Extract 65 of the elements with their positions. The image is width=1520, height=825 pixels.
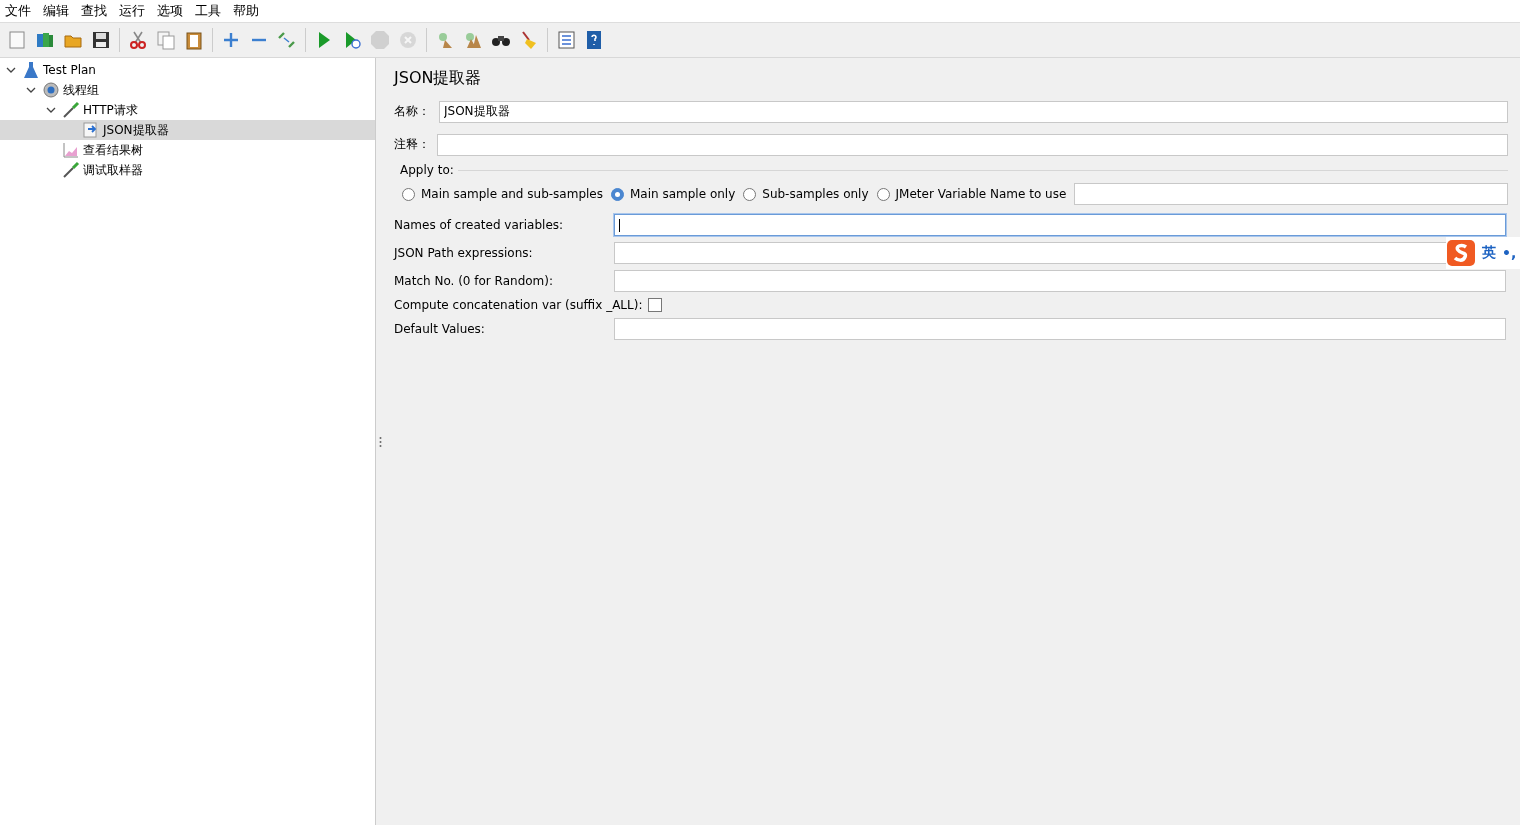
menu-item[interactable]: 文件 xyxy=(2,2,37,20)
pipette-icon xyxy=(62,101,80,119)
tree-item[interactable]: 查看结果树 xyxy=(0,140,375,160)
tree-item-label: HTTP请求 xyxy=(83,101,138,119)
text-field[interactable] xyxy=(614,270,1506,292)
menu-item[interactable]: 帮助 xyxy=(230,2,265,20)
panel-title: JSON提取器 xyxy=(394,68,483,89)
field-label: 注释： xyxy=(394,136,431,153)
menu-item[interactable]: 编辑 xyxy=(40,2,75,20)
tree-item-label: Test Plan xyxy=(43,63,96,77)
checkbox[interactable] xyxy=(648,298,663,312)
tree-item[interactable]: HTTP请求 xyxy=(0,100,375,120)
plus-icon xyxy=(221,30,241,50)
tree-item[interactable]: Test Plan xyxy=(0,60,375,80)
text-cursor xyxy=(619,219,620,232)
pipette-icon xyxy=(62,161,80,179)
broom-icon xyxy=(519,30,539,50)
blank-page-icon xyxy=(7,30,27,50)
tree-item-label: 线程组 xyxy=(63,81,99,99)
radio-button[interactable] xyxy=(611,187,624,201)
menu-item[interactable]: 选项 xyxy=(154,2,189,20)
clipboard-icon xyxy=(184,30,204,50)
text-field[interactable] xyxy=(614,214,1506,236)
ime-punctuation-label[interactable]: •, xyxy=(1502,245,1517,261)
tree-item-label: JSON提取器 xyxy=(103,121,169,139)
splitter-grip-icon[interactable] xyxy=(378,435,382,448)
minus-icon xyxy=(252,38,266,42)
chart-icon xyxy=(62,141,80,159)
flask-icon xyxy=(22,61,40,79)
variable-name-field[interactable] xyxy=(1074,183,1508,205)
field-label: JSON Path expressions: xyxy=(394,246,534,260)
copy-pages-icon xyxy=(156,30,176,50)
ime-logo-icon[interactable] xyxy=(1446,239,1476,267)
gear-icon xyxy=(42,81,60,99)
field-label: Default Values: xyxy=(394,322,486,336)
field-label: Compute concatenation var (suffix _ALL): xyxy=(394,298,643,312)
tree-item[interactable]: JSON提取器 xyxy=(0,120,375,140)
tree-item-label: 查看结果树 xyxy=(83,141,143,159)
menu-item[interactable]: 查找 xyxy=(78,2,113,20)
tree-item[interactable]: 调试取样器 xyxy=(0,160,375,180)
books-icon xyxy=(35,30,55,50)
ime-mode-label[interactable]: 英 xyxy=(1482,244,1496,262)
radio-label: Sub-samples only xyxy=(762,187,869,201)
tree-item-label: 调试取样器 xyxy=(83,161,143,179)
text-field[interactable] xyxy=(614,318,1506,340)
radio-label: Main sample only xyxy=(630,187,736,201)
radio-option[interactable]: Sub-samples only xyxy=(743,187,869,201)
group-legend: Apply to: xyxy=(400,163,454,177)
tree-item[interactable]: 线程组 xyxy=(0,80,375,100)
radio-button[interactable] xyxy=(743,187,757,201)
list-icon xyxy=(556,30,576,50)
menu-item[interactable]: 工具 xyxy=(192,2,227,20)
field-label: Match No. (0 for Random): xyxy=(394,274,555,288)
help-book-icon xyxy=(584,30,604,50)
comment-field[interactable] xyxy=(437,133,1508,156)
menu-item[interactable]: 运行 xyxy=(116,2,151,20)
name-field[interactable]: JSON提取器 xyxy=(439,100,1508,123)
scissors-icon xyxy=(128,30,148,50)
stop-sign-icon xyxy=(370,30,390,50)
field-label: Names of created variables: xyxy=(394,218,565,232)
radio-option[interactable]: Main sample only xyxy=(611,187,736,201)
radio-button[interactable] xyxy=(876,187,890,201)
cross-circle-icon xyxy=(398,30,418,50)
field-label: 名称： xyxy=(394,103,431,120)
radio-button[interactable] xyxy=(402,187,415,201)
